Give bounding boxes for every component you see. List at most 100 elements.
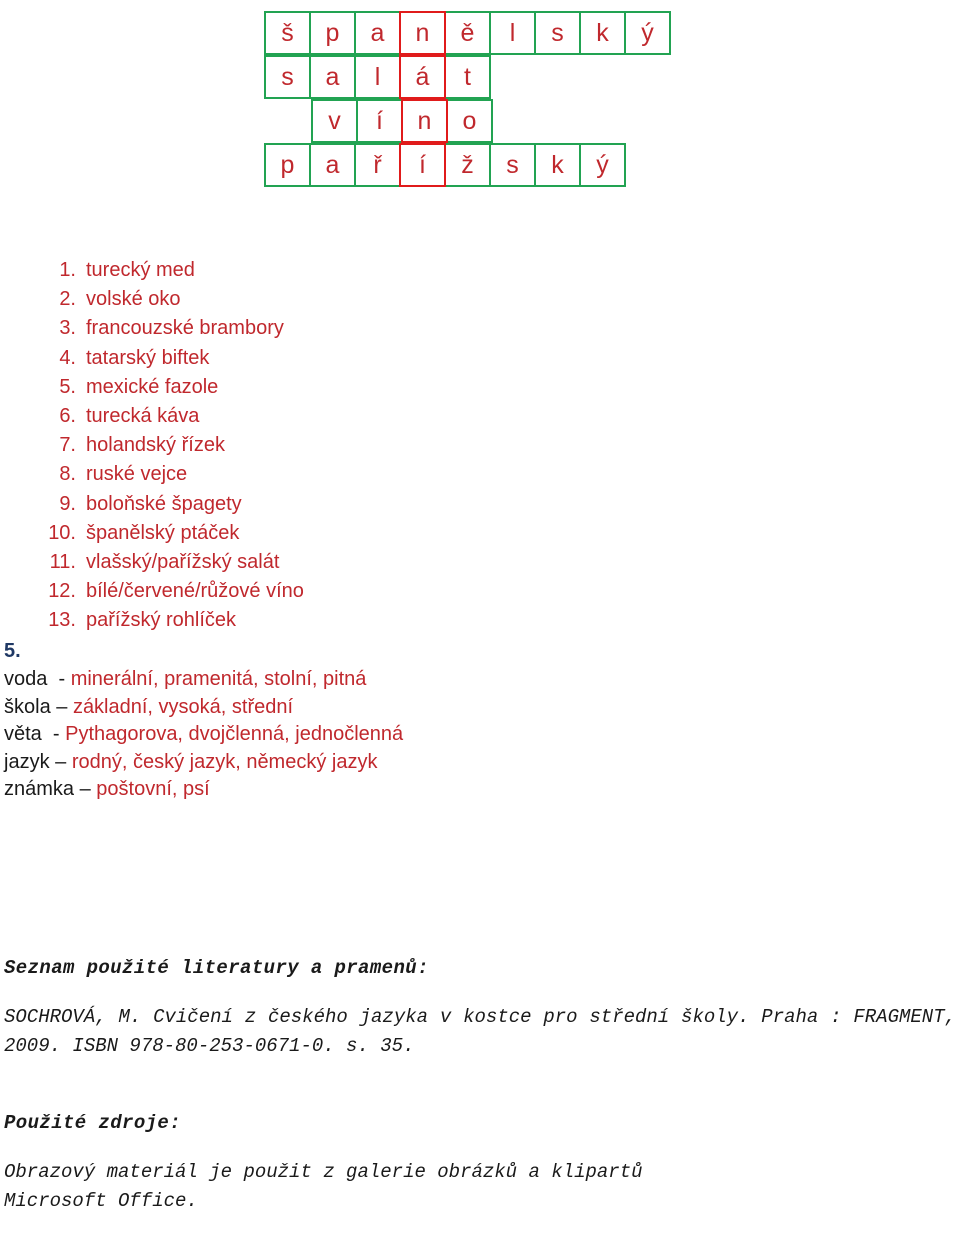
list-item: 4. tatarský biftek: [0, 344, 700, 373]
word-association-row: škola – základní, vysoká, střední: [4, 694, 764, 722]
sources-heading: Použité zdroje:: [4, 1112, 182, 1134]
word-association-value: Pythagorova, dvojčlenná, jednočlenná: [65, 723, 404, 745]
list-item: 11. vlašský/pařížský salát: [0, 548, 700, 577]
list-item: 9. boloňské špagety: [0, 490, 700, 519]
crossword-cell[interactable]: p: [264, 143, 311, 187]
list-item: 1. turecký med: [0, 256, 700, 285]
crossword-cell[interactable]: ý: [579, 143, 626, 187]
crossword-cell-empty: [632, 99, 679, 143]
bibliography-body: SOCHROVÁ, M. Cvičení z českého jazyka v …: [4, 1006, 956, 1057]
word-association-value: základní, vysoká, střední: [72, 695, 294, 718]
list-item-number: 2.: [59, 288, 76, 311]
list-item-label: volské oko: [86, 288, 181, 311]
crossword-cell[interactable]: š: [264, 11, 311, 55]
list-item-label: francouzské brambory: [86, 317, 284, 340]
crossword-cell[interactable]: p: [309, 11, 356, 55]
crossword-cell[interactable]: ž: [444, 143, 491, 187]
word-association-key: věta -: [4, 723, 66, 745]
crossword-cell-empty: [624, 143, 671, 187]
list-item-label: ruské vejce: [86, 463, 188, 486]
list-item-number: 4.: [59, 346, 76, 369]
list-item-label: španělský ptáček: [86, 521, 240, 544]
list-item: 5. mexické fazole: [0, 373, 700, 402]
crossword-row: pařížský: [264, 143, 679, 187]
list-item: 3. francouzské brambory: [0, 314, 700, 343]
crossword-row: salát: [264, 55, 679, 99]
crossword-cell-empty: [489, 55, 536, 99]
crossword-cell[interactable]: ř: [354, 143, 401, 187]
crossword-cell-empty: [585, 99, 632, 143]
list-item: 10. španělský ptáček: [0, 519, 700, 548]
list-item-number: 9.: [59, 492, 76, 515]
crossword-cell[interactable]: a: [309, 143, 356, 187]
crossword-cell-empty: [538, 99, 585, 143]
list-item-label: mexické fazole: [86, 375, 219, 398]
word-association-key: škola –: [4, 695, 73, 718]
crossword-cell[interactable]: l: [489, 11, 536, 55]
crossword-cell[interactable]: í: [399, 143, 446, 187]
word-association-row: známka – poštovní, psí: [4, 776, 764, 804]
sources-body: Obrazový materiál je použit z galerie ob…: [4, 1158, 956, 1216]
word-association-value: poštovní, psí: [96, 778, 210, 800]
crossword-cell[interactable]: n: [401, 99, 448, 143]
list-item: 2. volské oko: [0, 285, 700, 314]
list-item-number: 13.: [48, 609, 76, 632]
crossword-cell[interactable]: a: [354, 11, 401, 55]
list-item-label: tatarský biftek: [86, 346, 210, 369]
crossword-cell-empty: [630, 55, 677, 99]
crossword-cell[interactable]: k: [579, 11, 626, 55]
list-item-number: 12.: [48, 580, 76, 603]
crossword-cell[interactable]: á: [399, 55, 446, 99]
crossword-cell[interactable]: s: [264, 55, 311, 99]
section-5: 5. voda - minerální, pramenitá, stolní, …: [4, 638, 764, 804]
crossword-cell[interactable]: l: [354, 55, 401, 99]
crossword-cell[interactable]: s: [534, 11, 581, 55]
list-item-number: 5.: [59, 375, 76, 398]
crossword-cell[interactable]: n: [399, 11, 446, 55]
crossword-cell[interactable]: a: [309, 55, 356, 99]
bibliography-heading: Seznam použité literatury a pramenů:: [4, 957, 429, 979]
list-item: 13. pařížský rohlíček: [0, 606, 700, 635]
word-association-row: voda - minerální, pramenitá, stolní, pit…: [4, 666, 764, 694]
word-association-key: jazyk –: [4, 750, 72, 773]
crossword-cell-empty: [491, 99, 538, 143]
crossword-cell[interactable]: v: [311, 99, 358, 143]
list-item-number: 8.: [59, 463, 76, 486]
word-association-value: minerální, pramenitá, stolní, pitná: [70, 668, 367, 690]
crossword-cell-empty: [264, 99, 311, 143]
list-item-label: holandský řízek: [86, 434, 225, 457]
list-item: 7. holandský řízek: [0, 431, 700, 460]
crossword-cell-empty: [536, 55, 583, 99]
list-item: 6. turecká káva: [0, 402, 700, 431]
word-association-row: jazyk – rodný, český jazyk, německý jazy…: [4, 749, 764, 777]
section-5-heading: 5.: [4, 640, 21, 662]
crossword-row: víno: [264, 99, 679, 143]
list-item: 12. bílé/červené/růžové víno: [0, 577, 700, 606]
word-association-row: věta - Pythagorova, dvojčlenná, jednočle…: [4, 721, 764, 749]
word-association-key: voda -: [4, 668, 71, 690]
crossword-cell[interactable]: o: [446, 99, 493, 143]
clue-list: 1. turecký med 2. volské oko 3. francouzské b…: [0, 256, 700, 635]
word-association-key: známka –: [4, 778, 97, 800]
list-item-number: 3.: [59, 317, 76, 340]
list-item-number: 11.: [49, 550, 76, 573]
list-item-number: 1.: [59, 259, 76, 281]
list-item-number: 10.: [48, 521, 76, 544]
section-5-lines: voda - minerální, pramenitá, stolní, pit…: [4, 666, 764, 804]
crossword-cell[interactable]: s: [489, 143, 536, 187]
list-item-label: boloňské špagety: [86, 492, 242, 515]
crossword-cell-empty: [583, 55, 630, 99]
list-item-number: 7.: [59, 434, 76, 457]
crossword-cell[interactable]: k: [534, 143, 581, 187]
crossword-cell[interactable]: ý: [624, 11, 671, 55]
crossword-cell[interactable]: t: [444, 55, 491, 99]
list-item-label: bílé/červené/růžové víno: [86, 580, 304, 603]
crossword-cell[interactable]: ě: [444, 11, 491, 55]
word-association-value: rodný, český jazyk, německý jazyk: [71, 750, 378, 773]
sources-body-line-2: Microsoft Office.: [4, 1190, 198, 1212]
list-item-number: 6.: [59, 404, 76, 427]
list-item-label: turecký med: [86, 259, 195, 281]
list-item: 8. ruské vejce: [0, 460, 700, 489]
crossword-cell[interactable]: í: [356, 99, 403, 143]
list-item-label: pařížský rohlíček: [86, 609, 237, 632]
